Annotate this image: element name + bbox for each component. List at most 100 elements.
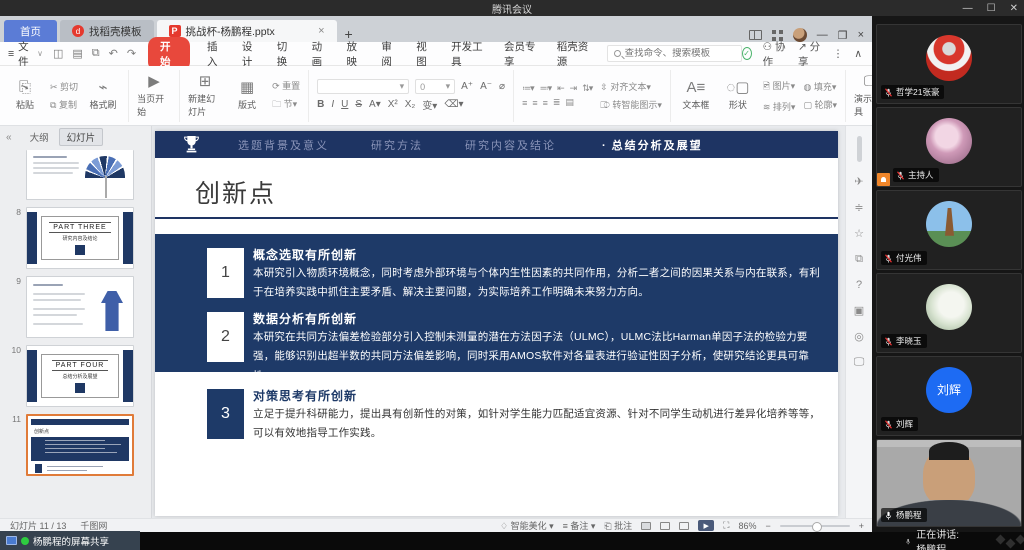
send-panel-icon[interactable]: ✈ (854, 175, 863, 188)
align-left-icon[interactable]: ≡ (522, 98, 526, 108)
file-menu[interactable]: ≡ 文件 ∨ (8, 39, 43, 69)
search-input[interactable] (625, 48, 735, 59)
ribbon-tab-slideshow[interactable]: 放映 (347, 39, 365, 69)
new-slide-button[interactable]: ⊞ 新建幻灯片 (188, 74, 222, 118)
reset-button[interactable]: ⟳ 重置 (272, 79, 300, 92)
slide-thumb-9[interactable]: 9 (0, 276, 151, 338)
redo-icon[interactable]: ↷ (127, 47, 136, 60)
normal-view-icon[interactable] (641, 522, 651, 530)
participant-tile[interactable]: 哲学21张豪 (876, 24, 1022, 104)
format-painter-button[interactable]: ⌁ 格式刷 (86, 80, 120, 111)
properties-icon[interactable]: ≑ (854, 201, 863, 214)
participant-tile[interactable]: 付光伟 (876, 190, 1022, 270)
underline-icon[interactable]: U (341, 99, 348, 110)
participant-tile[interactable]: 主持人 (876, 107, 1022, 187)
slideshow-play-button[interactable]: ▶ (698, 520, 714, 531)
help-icon[interactable]: ? (856, 279, 862, 291)
reading-view-icon[interactable] (679, 522, 689, 530)
picture-button[interactable]: 🖻 图片▾ (763, 79, 796, 95)
highlight-icon[interactable]: ⌫▾ (444, 99, 463, 110)
distribute-icon[interactable]: ▤ (565, 97, 573, 108)
align-right-icon[interactable]: ≡ (543, 98, 547, 108)
cut-button[interactable]: ✂ 剪切 (50, 80, 78, 93)
collab-button[interactable]: ⚇ 协作 (763, 39, 787, 69)
innovation-block[interactable]: 1 概念选取有所创新 本研究引入物质环境概念，同时考虑外部环境与个体内生性因素的… (155, 234, 838, 372)
font-size-select[interactable]: 0▾ (415, 79, 455, 94)
font-color-icon[interactable]: A▾ (369, 99, 381, 110)
participant-tile[interactable]: 刘辉 刘辉 (876, 356, 1022, 436)
zoom-out-icon[interactable]: − (765, 521, 770, 531)
image-panel-icon[interactable]: ▣ (854, 304, 864, 317)
zoom-slider[interactable] (780, 525, 850, 527)
slide-thumb-8[interactable]: 8 PART THREE 研究内容及结论 (0, 207, 151, 269)
number-list-icon[interactable]: ≕▾ (540, 83, 552, 94)
justify-icon[interactable]: ≣ (553, 97, 560, 108)
clear-format-icon[interactable]: ⌀ (499, 81, 505, 92)
line-spacing-icon[interactable]: ⇅▾ (582, 83, 592, 94)
ribbon-tab-devtools[interactable]: 开发工具 (451, 39, 487, 69)
command-search[interactable] (607, 45, 742, 62)
annotate-button[interactable]: ⎗ 批注 (604, 519, 632, 532)
collapse-panel-icon[interactable]: « (6, 132, 12, 143)
font-family-select[interactable]: ▾ (317, 79, 409, 94)
resource-panel-icon[interactable]: ⧉ (855, 253, 863, 266)
arrange-button[interactable]: ≋ 排列▾ (763, 100, 796, 113)
beautify-panel-icon[interactable]: ☆ (854, 227, 864, 240)
play-from-current-button[interactable]: ▶ 当页开始 (137, 74, 171, 118)
align-center-icon[interactable]: ≡ (532, 98, 536, 108)
indent-decrease-icon[interactable]: ⇤ (557, 83, 564, 94)
decrease-font-icon[interactable]: A⁻ (480, 81, 492, 92)
bullet-list-icon[interactable]: ≔▾ (522, 83, 534, 94)
copy-button[interactable]: ⧉ 复制 (50, 98, 78, 111)
ribbon-tab-animation[interactable]: 动画 (312, 39, 330, 69)
screen-share-toast[interactable]: 杨鹏程的屏幕共享 (0, 531, 140, 550)
tab-docer-templates[interactable]: d 找稻壳模板 (60, 20, 154, 42)
indent-increase-icon[interactable]: ⇥ (570, 83, 577, 94)
shape-outline-button[interactable]: ▢ 轮廓▾ (803, 98, 837, 111)
strikethrough-icon[interactable]: S (355, 99, 362, 110)
slide-canvas[interactable]: 选题背景及意义 研究方法 研究内容及结论 ·总结分析及展望 创新点 1 概念选取… (152, 126, 845, 520)
slide-thumb-11-current[interactable]: 11 创新点 (0, 414, 151, 476)
slide-layout-button[interactable]: ▦ 版式 (230, 80, 264, 111)
italic-icon[interactable]: I (331, 99, 334, 110)
shapes-button[interactable]: ◌▢ 形状 (721, 80, 755, 111)
paste-button[interactable]: ⎘ 粘贴 (8, 80, 42, 111)
globe-panel-icon[interactable]: ◎ (854, 330, 864, 343)
participant-tile[interactable]: 李晓玉 (876, 273, 1022, 353)
zoom-in-icon[interactable]: + (859, 521, 864, 531)
ribbon-tab-member[interactable]: 会员专享 (504, 39, 540, 69)
cloud-sync-icon[interactable]: ✓ (742, 47, 752, 60)
current-slide[interactable]: 选题背景及意义 研究方法 研究内容及结论 ·总结分析及展望 创新点 1 概念选取… (155, 131, 838, 516)
beautify-button[interactable]: ♢ 智能美化 ▾ (500, 519, 554, 532)
slide-title[interactable]: 创新点 (195, 174, 276, 210)
tab-outline[interactable]: 大纲 (30, 130, 49, 144)
ribbon-tab-docer-res[interactable]: 稻壳资源 (557, 39, 593, 69)
notes-button[interactable]: ≡ 备注 ▾ (563, 519, 596, 532)
slide-thumb-7[interactable] (0, 150, 151, 200)
participant-video-tile[interactable]: 杨鹏程 (876, 439, 1022, 527)
text-effect-icon[interactable]: 变▾ (422, 97, 437, 112)
undo-icon[interactable]: ↶ (109, 47, 118, 60)
canvas-scrollbar[interactable] (857, 136, 862, 162)
preview-icon[interactable]: ⧉ (92, 47, 100, 60)
more-icon[interactable]: ⋮ (833, 48, 844, 60)
minimize-icon[interactable]: — (963, 3, 973, 14)
close-icon[interactable]: ✕ (1010, 3, 1018, 14)
textbox-button[interactable]: A≡ 文本框 (679, 80, 713, 111)
tab-close-icon[interactable]: × (318, 25, 324, 37)
smart-diagram-button[interactable]: ⎄ 转智能图示▾ (600, 98, 662, 111)
print-icon[interactable]: ▤ (72, 47, 82, 60)
tab-slides[interactable]: 幻灯片 (59, 128, 104, 146)
fit-window-icon[interactable]: ⛶ (723, 520, 729, 531)
increase-font-icon[interactable]: A⁺ (461, 81, 473, 92)
ribbon-tab-insert[interactable]: 插入 (207, 39, 225, 69)
slide-thumb-10[interactable]: 10 PART FOUR 总结分析及展望 (0, 345, 151, 407)
ribbon-tab-review[interactable]: 审阅 (381, 39, 399, 69)
bold-icon[interactable]: B (317, 99, 324, 110)
share-button[interactable]: ↗ 分享 (798, 39, 822, 69)
ribbon-tab-design[interactable]: 设计 (242, 39, 260, 69)
save-icon[interactable]: ◫ (53, 47, 63, 60)
section-button[interactable]: 🗀 节▾ (272, 97, 300, 113)
align-text-button[interactable]: ⇳ 对齐文本▾ (600, 80, 662, 93)
superscript-icon[interactable]: X² (388, 99, 398, 110)
